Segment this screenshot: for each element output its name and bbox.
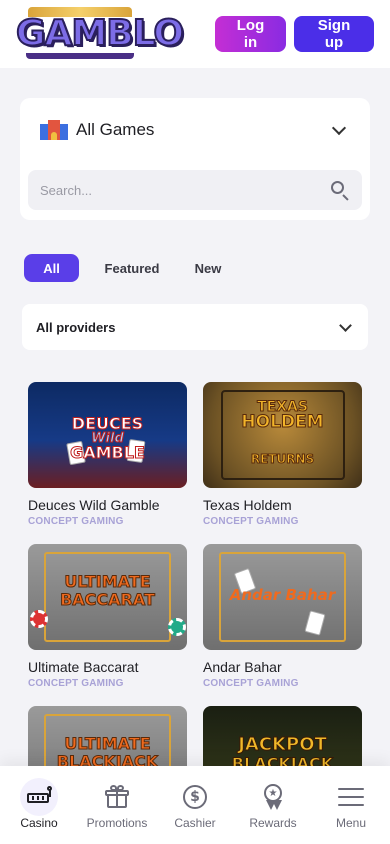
game-thumbnail[interactable]: TEXAS HOLDEM RETURNS bbox=[203, 382, 362, 488]
search-input[interactable] bbox=[40, 182, 330, 198]
providers-dropdown[interactable]: All providers bbox=[22, 304, 368, 350]
nav-promotions[interactable]: Promotions bbox=[78, 766, 156, 844]
game-card-deuces-wild-gamble[interactable]: DEUCES Wild GAMBLE Deuces Wild Gamble CO… bbox=[28, 382, 187, 527]
category-search-card: All Games bbox=[20, 98, 370, 220]
logo-base bbox=[26, 53, 134, 59]
game-filter-tabs: All Featured New bbox=[24, 254, 231, 282]
casino-chip-art bbox=[168, 618, 186, 636]
tab-featured[interactable]: Featured bbox=[79, 254, 185, 282]
game-title: Andar Bahar bbox=[203, 659, 282, 675]
game-art-title: ULTIMATE BLACKJACK bbox=[56, 734, 159, 771]
logo-text: GAMBLO bbox=[15, 12, 185, 55]
nav-label: Promotions bbox=[86, 816, 148, 830]
game-card-texas-holdem[interactable]: TEXAS HOLDEM RETURNS Texas Holdem CONCEP… bbox=[203, 382, 362, 527]
game-provider: CONCEPT GAMING bbox=[203, 516, 299, 527]
hamburger-menu-icon bbox=[338, 784, 364, 810]
nav-casino[interactable]: Casino bbox=[0, 766, 78, 844]
game-title: Ultimate Baccarat bbox=[28, 659, 139, 675]
nav-label: Menu bbox=[335, 816, 367, 830]
game-provider: CONCEPT GAMING bbox=[28, 678, 124, 689]
game-art-title: Andar Bahar bbox=[229, 586, 336, 604]
category-dropdown[interactable]: All Games bbox=[40, 116, 350, 144]
gamblo-logo[interactable]: GAMBLO bbox=[15, 5, 185, 63]
top-header: GAMBLO Log in Sign up bbox=[0, 0, 390, 68]
header-actions: Log in Sign up bbox=[215, 16, 374, 52]
signup-button[interactable]: Sign up bbox=[294, 16, 374, 52]
providers-label: All providers bbox=[36, 319, 116, 335]
nav-label: Rewards bbox=[249, 816, 297, 830]
game-thumbnail[interactable]: DEUCES Wild GAMBLE bbox=[28, 382, 187, 488]
bottom-navigation: Casino Promotions $ Cashier ★ Rewards Me… bbox=[0, 766, 390, 844]
game-title: Deuces Wild Gamble bbox=[28, 497, 160, 513]
category-label: All Games bbox=[76, 120, 155, 139]
game-thumbnail[interactable]: ULTIMATE BACCARAT bbox=[28, 544, 187, 650]
game-provider: CONCEPT GAMING bbox=[203, 678, 299, 689]
nav-menu[interactable]: Menu bbox=[312, 766, 390, 844]
game-art-title: DEUCES Wild GAMBLE bbox=[70, 414, 146, 462]
gift-icon bbox=[104, 784, 130, 810]
search-icon[interactable] bbox=[330, 180, 350, 201]
nav-rewards[interactable]: ★ Rewards bbox=[234, 766, 312, 844]
dollar-coin-icon: $ bbox=[182, 784, 208, 810]
casino-chip-art bbox=[30, 610, 48, 628]
nav-cashier[interactable]: $ Cashier bbox=[156, 766, 234, 844]
search-bar bbox=[28, 170, 362, 210]
game-provider: CONCEPT GAMING bbox=[28, 516, 124, 527]
nav-label: Casino bbox=[20, 816, 58, 830]
tab-new[interactable]: New bbox=[185, 254, 231, 282]
game-art-title: ULTIMATE BACCARAT bbox=[60, 572, 156, 609]
chevron-down-icon bbox=[339, 318, 352, 332]
slot-machine-icon bbox=[20, 778, 58, 816]
game-art-title: TEXAS HOLDEM RETURNS bbox=[241, 399, 324, 466]
game-card-andar-bahar[interactable]: Andar Bahar Andar Bahar CONCEPT GAMING bbox=[203, 544, 362, 689]
castle-icon bbox=[40, 120, 68, 140]
game-title: Texas Holdem bbox=[203, 497, 292, 513]
chevron-down-icon bbox=[331, 120, 347, 136]
game-thumbnail[interactable]: Andar Bahar bbox=[203, 544, 362, 650]
login-button[interactable]: Log in bbox=[215, 16, 286, 52]
nav-label: Cashier bbox=[174, 816, 216, 830]
tab-all[interactable]: All bbox=[24, 254, 79, 282]
medal-icon: ★ bbox=[260, 784, 286, 810]
game-card-ultimate-baccarat[interactable]: ULTIMATE BACCARAT Ultimate Baccarat CONC… bbox=[28, 544, 187, 689]
